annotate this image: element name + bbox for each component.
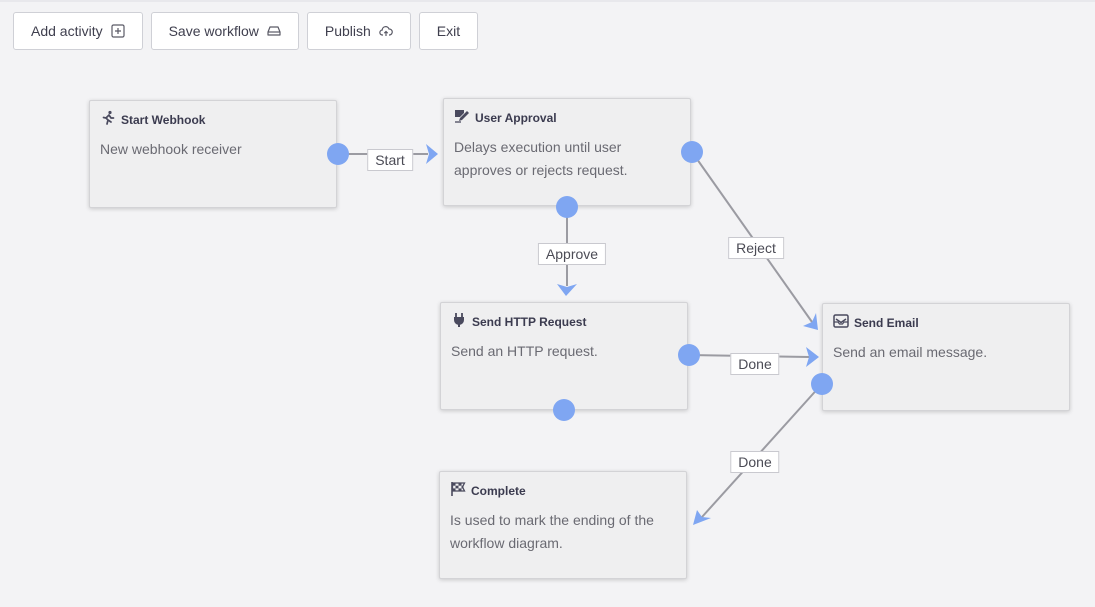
edge-label-start[interactable]: Start [367,149,413,171]
node-description: New webhook receiver [100,141,242,157]
node-title: Send HTTP Request [472,315,587,329]
edge-label-done-http[interactable]: Done [730,353,780,375]
arrowhead-done-email [693,510,711,525]
running-icon [100,110,116,131]
node-description: Send an email message. [833,344,988,360]
edge-label-approve[interactable]: Approve [537,243,607,265]
node-description: Is used to mark the ending of the workfl… [450,512,654,551]
node-user-approval[interactable]: User Approval Delays execution until use… [443,98,691,206]
node-complete[interactable]: Complete Is used to mark the ending of t… [439,471,687,579]
node-title: Start Webhook [121,113,206,127]
flag-checkered-icon [450,481,466,502]
edge-label-done-email[interactable]: Done [730,451,780,473]
node-title: Send Email [854,316,919,330]
node-start-webhook[interactable]: Start Webhook New webhook receiver [89,100,337,208]
node-description: Send an HTTP request. [451,343,598,359]
workflow-canvas[interactable]: Start Webhook New webhook receiver User … [0,0,1095,607]
plug-icon [451,312,467,333]
envelope-icon [833,313,849,334]
node-title: Complete [471,484,526,498]
node-send-email[interactable]: Send Email Send an email message. [822,303,1070,411]
signature-icon [454,108,470,129]
edge-label-reject[interactable]: Reject [728,237,784,259]
node-description: Delays execution until user approves or … [454,139,628,178]
node-send-http-request[interactable]: Send HTTP Request Send an HTTP request. [440,302,688,410]
node-title: User Approval [475,111,557,125]
